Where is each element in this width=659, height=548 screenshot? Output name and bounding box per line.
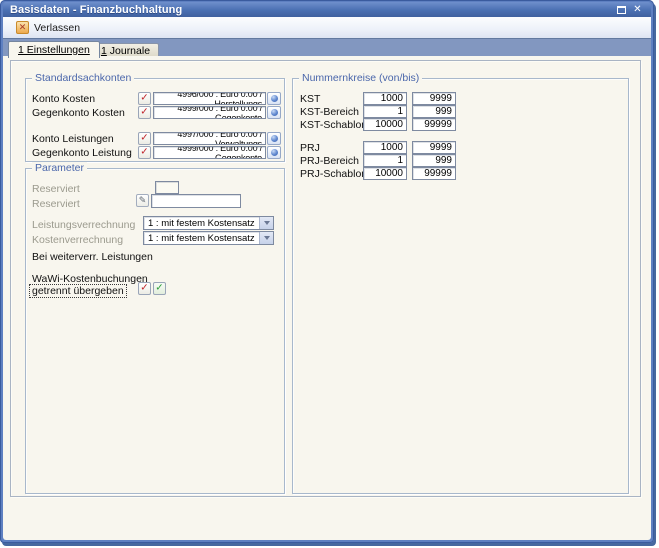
kostenverrechnung-value: 1 : mit festem Kostensatz — [144, 232, 259, 244]
lookup-icon — [271, 135, 278, 142]
prj-bereich-bis-input[interactable] — [412, 154, 456, 167]
label-kst: KST — [300, 93, 320, 105]
close-icon: ✕ — [633, 5, 641, 15]
prj-bereich-von-input[interactable] — [363, 154, 407, 167]
leistungsverrechnung-dropdown[interactable]: 1 : mit festem Kostensatz — [143, 216, 274, 230]
edit-check-icon: ✓ — [140, 147, 148, 157]
kostenverrechnung-dropdown[interactable]: 1 : mit festem Kostensatz — [143, 231, 274, 245]
lookup-button-konto-kosten[interactable] — [267, 92, 281, 105]
lookup-icon — [271, 149, 278, 156]
verlassen-button[interactable]: ✕ Verlassen — [11, 19, 85, 36]
field-konto-kosten[interactable]: 4996/000 : Euro 0.00 / Herstellungs — [153, 92, 266, 105]
group-parameter-title: Parameter — [32, 162, 87, 175]
lookup-button-konto-leistungen[interactable] — [267, 132, 281, 145]
label-reserviert-2: Reserviert — [32, 198, 80, 210]
lookup-icon — [271, 109, 278, 116]
chevron-down-icon — [264, 221, 270, 225]
close-button[interactable]: ✕ — [632, 5, 643, 15]
edit-check-button-wawi[interactable]: ✓ — [138, 282, 151, 295]
reserviert-2-input[interactable] — [151, 194, 241, 208]
lookup-icon — [271, 95, 278, 102]
field-gegenkonto-leistung[interactable]: 4999/000 : Euro 0.00 / Gegenkonto — [153, 146, 266, 159]
edit-check-button-konto-leistungen[interactable]: ✓ — [138, 132, 151, 145]
prj-schablone-von-input[interactable] — [363, 167, 407, 180]
title-bar: Basisdaten - Finanzbuchhaltung ✕ — [3, 2, 651, 17]
dropdown-button[interactable] — [259, 217, 273, 229]
tab-einstellungen-label: 1 Einstellungen — [18, 44, 90, 56]
verlassen-label: Verlassen — [34, 22, 80, 34]
label-getrennt-uebergeben: getrennt übergeben — [29, 284, 127, 298]
label-prj: PRJ — [300, 142, 320, 154]
edit-check-button-konto-kosten[interactable]: ✓ — [138, 92, 151, 105]
checkbox-checked-icon: ✓ — [155, 283, 163, 293]
label-gegenkonto-kosten: Gegenkonto Kosten — [32, 107, 125, 119]
chevron-down-icon — [264, 236, 270, 240]
field-konto-leistungen[interactable]: 4997/000 : Euro 0.00 / Verwaltungs — [153, 132, 266, 145]
label-kst-bereich: KST-Bereich — [300, 106, 359, 118]
label-konto-leistungen: Konto Leistungen — [32, 133, 114, 145]
edit-check-icon: ✓ — [140, 93, 148, 103]
edit-check-icon: ✓ — [140, 107, 148, 117]
tab-einstellungen[interactable]: 1 Einstellungen — [8, 41, 100, 58]
label-kostenverrechnung: Kostenverrechnung — [32, 234, 123, 246]
restore-button[interactable] — [616, 5, 627, 15]
edit-check-button-gegenkonto-leistung[interactable]: ✓ — [138, 146, 151, 159]
prj-von-input[interactable] — [363, 141, 407, 154]
kst-schablone-bis-input[interactable] — [412, 118, 456, 131]
label-leistungsverrechnung: Leistungsverrechnung — [32, 219, 135, 231]
app-window: Basisdaten - Finanzbuchhaltung ✕ ✕ Verla… — [0, 0, 654, 543]
prj-schablone-bis-input[interactable] — [412, 167, 456, 180]
label-gegenkonto-leistung: Gegenkonto Leistung — [32, 147, 132, 159]
group-nummernkreise: Nummernkreise (von/bis) — [292, 78, 629, 494]
kst-bereich-bis-input[interactable] — [412, 105, 456, 118]
exit-icon: ✕ — [16, 21, 29, 34]
group-standardsachkonten-title: Standardsachkonten — [32, 72, 134, 85]
edit-check-icon: ✓ — [140, 133, 148, 143]
tab-strip: 1 Einstellungen 1 Journale — [3, 38, 651, 57]
lookup-button-gegenkonto-leistung[interactable] — [267, 146, 281, 159]
kst-bis-input[interactable] — [412, 92, 456, 105]
label-bei-weiterverr-leistungen: Bei weiterverr. Leistungen — [32, 251, 153, 263]
wawi-checkbox[interactable]: ✓ — [153, 282, 166, 295]
reserviert-1-input[interactable] — [155, 181, 179, 194]
prj-bis-input[interactable] — [412, 141, 456, 154]
edit-note-icon: ✎ — [139, 196, 147, 205]
group-nummernkreise-title: Nummernkreise (von/bis) — [299, 72, 422, 85]
edit-note-button[interactable]: ✎ — [136, 194, 149, 207]
dropdown-button[interactable] — [259, 232, 273, 244]
kst-von-input[interactable] — [363, 92, 407, 105]
label-prj-bereich: PRJ-Bereich — [300, 155, 359, 167]
edit-check-icon: ✓ — [140, 283, 148, 293]
label-reserviert-1: Reserviert — [32, 183, 80, 195]
lookup-button-gegenkonto-kosten[interactable] — [267, 106, 281, 119]
restore-icon — [617, 6, 626, 14]
label-konto-kosten: Konto Kosten — [32, 93, 95, 105]
window-title: Basisdaten - Finanzbuchhaltung — [3, 4, 182, 16]
kst-schablone-von-input[interactable] — [363, 118, 407, 131]
toolbar: ✕ Verlassen — [3, 17, 651, 39]
leistungsverrechnung-value: 1 : mit festem Kostensatz — [144, 217, 259, 229]
field-gegenkonto-kosten[interactable]: 4999/000 : Euro 0.00 / Gegenkonto — [153, 106, 266, 119]
kst-bereich-von-input[interactable] — [363, 105, 407, 118]
edit-check-button-gegenkonto-kosten[interactable]: ✓ — [138, 106, 151, 119]
